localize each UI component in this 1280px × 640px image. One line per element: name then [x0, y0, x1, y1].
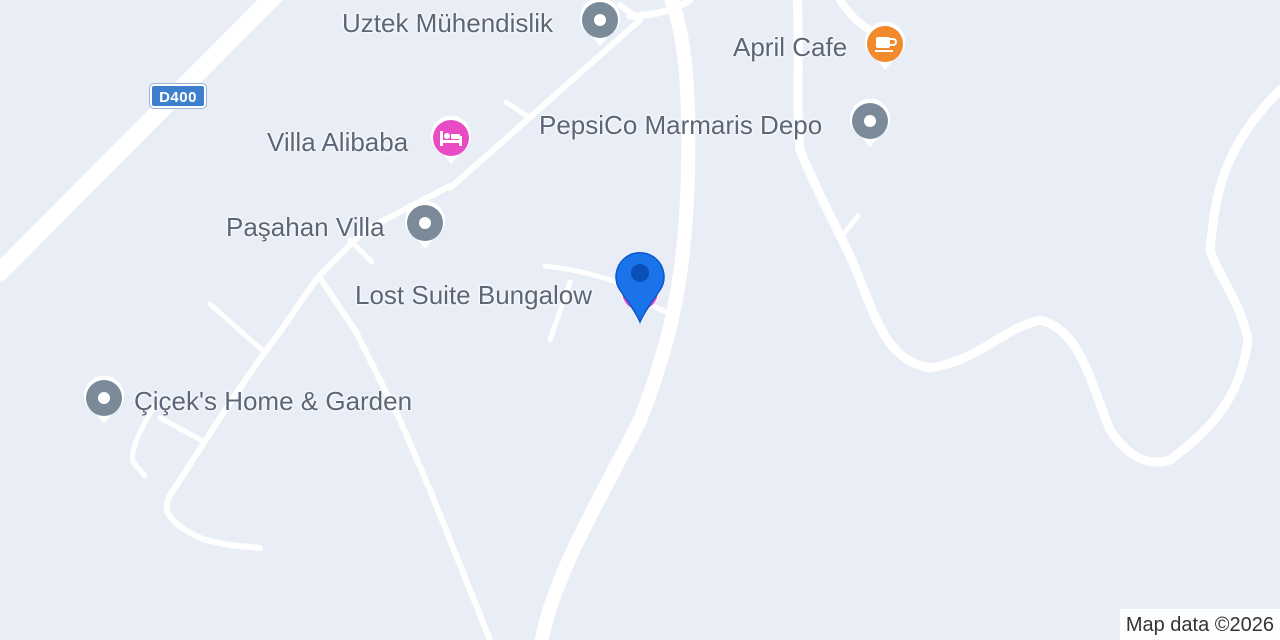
- place-marker-pepsico-marmaris-depo[interactable]: [846, 97, 894, 153]
- selected-location-marker[interactable]: [614, 246, 666, 326]
- map-attribution[interactable]: Map data ©2026: [1119, 609, 1280, 640]
- place-label-pepsico-marmaris-depo[interactable]: PepsiCo Marmaris Depo: [539, 110, 822, 140]
- bed-icon: [431, 115, 471, 164]
- place-marker-uztek-muhendislik[interactable]: [576, 0, 624, 52]
- place-label-uztek-muhendislik[interactable]: Uztek Mühendislik: [342, 8, 553, 38]
- place-label-lost-suite-bungalow[interactable]: Lost Suite Bungalow: [355, 280, 592, 310]
- road-shield-d400: D400: [150, 84, 206, 108]
- place-label-pasahan-villa[interactable]: Paşahan Villa: [226, 212, 385, 242]
- pin-generic-icon: [405, 200, 445, 249]
- place-marker-pasahan-villa[interactable]: [401, 199, 449, 255]
- coffee-cup-icon: [865, 21, 905, 70]
- place-label-april-cafe[interactable]: April Cafe: [733, 32, 847, 62]
- place-marker-april-cafe[interactable]: [861, 20, 909, 76]
- pin-generic-icon: [84, 375, 124, 424]
- place-marker-cicek-home-garden[interactable]: [80, 374, 128, 430]
- pin-generic-icon: [850, 98, 890, 147]
- pin-generic-icon: [580, 0, 620, 46]
- place-marker-villa-alibaba[interactable]: [427, 114, 475, 170]
- location-marker-icon: [615, 251, 665, 325]
- place-label-cicek-home-garden[interactable]: Çiçek's Home & Garden: [134, 386, 412, 416]
- map-canvas[interactable]: D400 Uztek Mühendislik April Cafe PepsiC…: [0, 0, 1280, 640]
- place-label-villa-alibaba[interactable]: Villa Alibaba: [267, 127, 408, 157]
